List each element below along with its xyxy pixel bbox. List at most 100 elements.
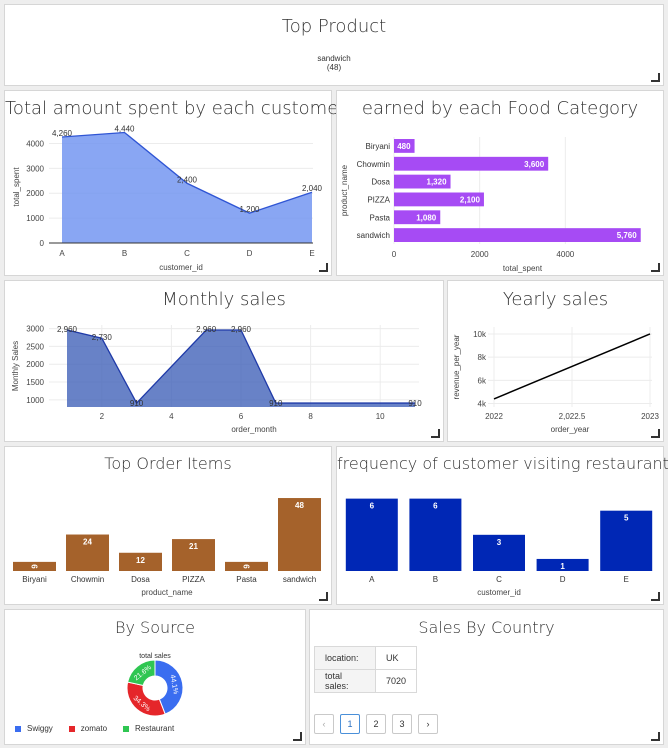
data-label: 3 xyxy=(497,538,502,547)
y-tick-label: Pasta xyxy=(370,213,391,222)
data-label: 24 xyxy=(83,538,92,547)
y-tick-label: 3000 xyxy=(26,164,44,173)
top-product-count: (48) xyxy=(326,63,342,72)
next-page-button[interactable]: › xyxy=(418,714,438,734)
legend-item[interactable]: Restaurant xyxy=(123,724,174,733)
y-tick-label: 0 xyxy=(40,239,45,248)
x-tick-label: 2000 xyxy=(471,250,489,259)
country-title: Sales By Country xyxy=(418,618,555,637)
prev-page-button[interactable]: ‹ xyxy=(314,714,334,734)
resize-handle[interactable] xyxy=(431,429,440,438)
data-label: 1,080 xyxy=(416,213,437,222)
x-tick-label: Chowmin xyxy=(71,575,104,584)
resize-handle[interactable] xyxy=(319,592,328,601)
x-tick-label: 2,022.5 xyxy=(559,412,586,421)
resize-handle[interactable] xyxy=(651,73,660,82)
resize-handle[interactable] xyxy=(319,263,328,272)
x-tick-label: E xyxy=(624,575,629,584)
y-tick-label: 2000 xyxy=(26,189,44,198)
legend-label: Swiggy xyxy=(27,724,53,733)
x-tick-label: A xyxy=(369,575,375,584)
y-tick-label: 6k xyxy=(478,376,487,385)
x-tick-label: D xyxy=(247,249,253,258)
earned-chart: 0 2000 4000 Biryani 480 Chowmin 3,600 Dosa 1,320… xyxy=(340,137,641,273)
x-tick-label: 2 xyxy=(100,412,105,421)
x-axis-label: order_month xyxy=(231,425,276,434)
data-label: 48 xyxy=(295,501,304,510)
y-tick-label: Chowmin xyxy=(357,160,390,169)
data-label: 1,200 xyxy=(239,205,260,214)
x-tick-label: 8 xyxy=(308,412,313,421)
y-tick-label: 3000 xyxy=(26,325,44,334)
x-tick-label: C xyxy=(496,575,502,584)
source-panel: By Source total sales 44.1% 34.3% 21.6% Swi… xyxy=(4,609,306,745)
data-label: 2,730 xyxy=(92,333,113,342)
x-axis-label: order_year xyxy=(551,425,590,434)
x-tick-label: B xyxy=(433,575,438,584)
x-tick-label: 6 xyxy=(239,412,244,421)
location-label: location: xyxy=(314,646,376,670)
x-axis-label: product_name xyxy=(141,588,193,597)
data-label: 6 xyxy=(370,502,375,511)
legend-item[interactable]: zomato xyxy=(68,724,107,733)
data-label: 6 xyxy=(30,564,39,569)
x-tick-label: D xyxy=(560,575,566,584)
y-tick-label: 10k xyxy=(473,330,487,339)
y-axis-label: total_spent xyxy=(12,167,21,207)
x-tick-label: E xyxy=(309,249,314,258)
data-label: 2,400 xyxy=(177,175,198,184)
top-product-title: Top Product xyxy=(281,16,387,37)
x-tick-label: 0 xyxy=(392,250,397,259)
area-fill xyxy=(67,329,415,407)
data-label: 12 xyxy=(136,556,145,565)
data-label: 1 xyxy=(560,562,565,571)
data-label: 4,260 xyxy=(52,129,73,138)
x-axis-label: customer_id xyxy=(477,588,521,597)
page-button-2[interactable]: 2 xyxy=(366,714,386,734)
table-row: total sales: 7020 xyxy=(314,669,418,693)
y-tick-label: 8k xyxy=(478,353,487,362)
page-button-1[interactable]: 1 xyxy=(340,714,360,734)
resize-handle[interactable] xyxy=(651,429,660,438)
resize-handle[interactable] xyxy=(293,732,302,741)
x-tick-label: B xyxy=(122,249,127,258)
resize-handle[interactable] xyxy=(651,592,660,601)
data-label: 5,760 xyxy=(617,231,638,240)
yearly-panel: Yearly sales 4k 6k 8k 10k 2022 2,022.5 2023 ord… xyxy=(447,280,664,442)
frequency-panel: frequency of customer visiting restauran… xyxy=(336,446,668,605)
legend-item[interactable]: Swiggy xyxy=(15,724,53,733)
source-legend: Swiggy zomato Restaurant xyxy=(15,724,174,733)
data-label: 2,960 xyxy=(231,325,252,334)
data-label: 4,440 xyxy=(114,124,135,133)
top-items-chart: Biryani 6 Chowmin 24 Dosa 12 PIZZA 21 Pasta 6 sand… xyxy=(13,498,321,597)
data-label: 910 xyxy=(408,399,422,408)
x-tick-label: Pasta xyxy=(236,575,257,584)
total-sales-label: total sales: xyxy=(314,669,376,693)
x-tick-label: 2022 xyxy=(485,412,503,421)
x-tick-label: Dosa xyxy=(131,575,150,584)
data-label: 2,960 xyxy=(196,325,217,334)
country-table: location: UK total sales: 7020 xyxy=(314,646,418,693)
data-label: 3,600 xyxy=(524,160,545,169)
spent-panel: Total amount spent by each customer 0 100… xyxy=(4,90,346,276)
page-button-3[interactable]: 3 xyxy=(392,714,412,734)
legend-label: Restaurant xyxy=(135,724,175,733)
y-axis-label: Monthly Sales xyxy=(11,341,20,391)
data-label: 1,320 xyxy=(427,178,448,187)
x-tick-label: A xyxy=(59,249,65,258)
resize-handle[interactable] xyxy=(651,263,660,272)
x-axis-label: customer_id xyxy=(159,263,203,272)
data-label: 2,040 xyxy=(302,184,323,193)
y-tick-label: 1000 xyxy=(26,214,44,223)
location-value: UK xyxy=(374,646,418,670)
resize-handle[interactable] xyxy=(651,732,660,741)
top-product-panel: Top Product sandwich (48) xyxy=(4,4,664,86)
table-row: location: UK xyxy=(314,646,418,670)
pagination: ‹ 1 2 3 › xyxy=(314,714,438,734)
data-label: 5 xyxy=(624,514,629,523)
monthly-chart: 1000 1500 2000 2500 3000 2 4 6 8 10 2,960 2,730 910 2… xyxy=(11,325,422,434)
data-label: 2,960 xyxy=(57,325,78,334)
x-tick-label: 4 xyxy=(169,412,174,421)
y-tick-label: 1000 xyxy=(26,396,44,405)
data-label: 480 xyxy=(397,142,411,151)
